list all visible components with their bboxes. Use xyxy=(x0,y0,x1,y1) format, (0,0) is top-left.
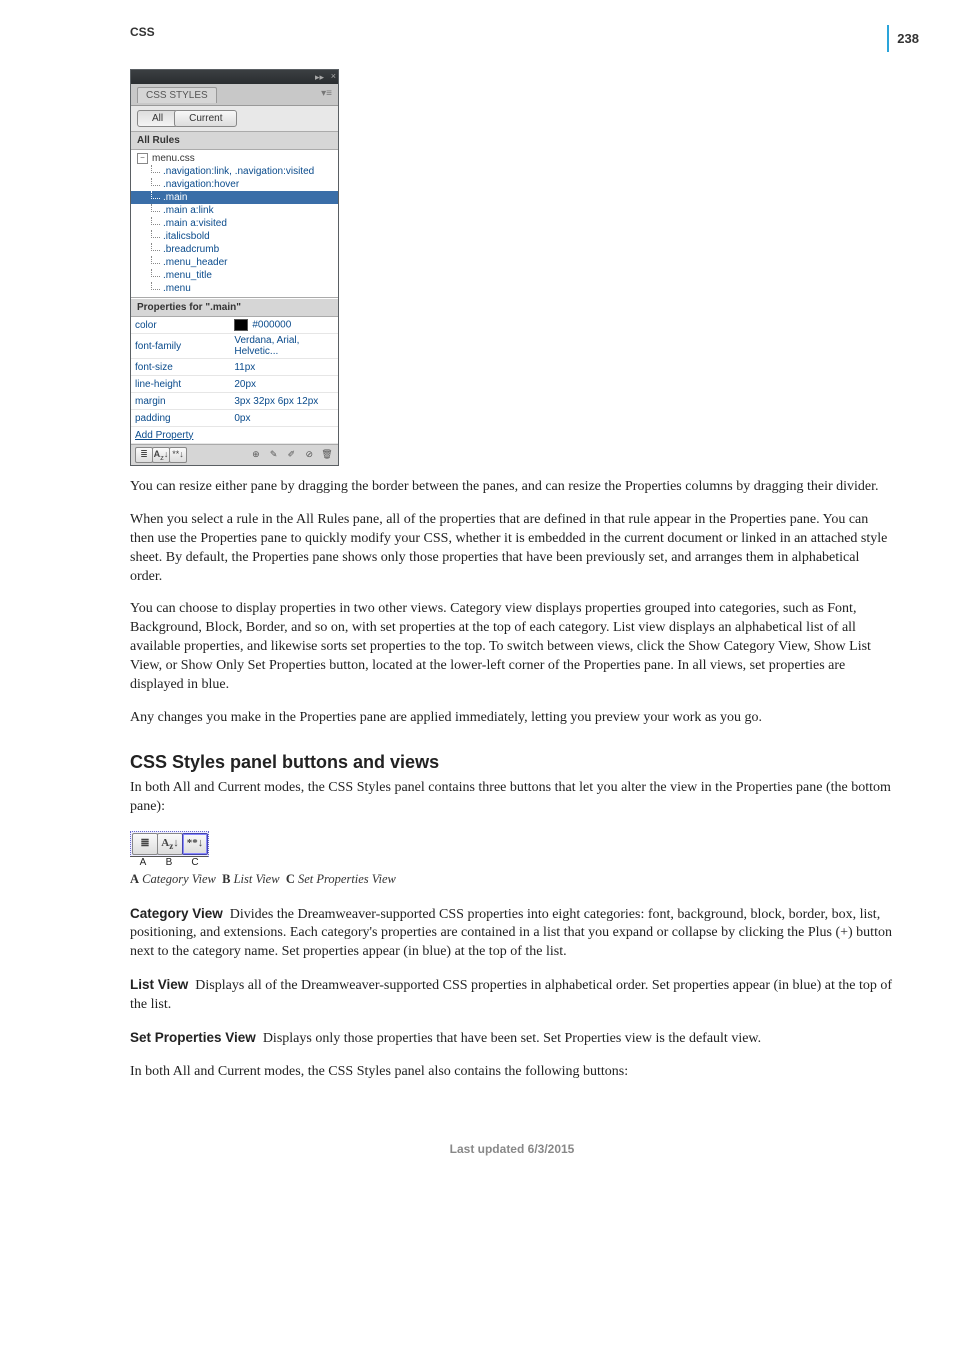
definition: Category View Divides the Dreamweaver-su… xyxy=(130,905,894,963)
caption-key-c: C xyxy=(286,872,295,886)
panel-options-icon[interactable]: ▾≡ xyxy=(321,88,332,99)
panel-close-icon[interactable]: × xyxy=(331,71,336,81)
category-view-icon[interactable]: ≣ xyxy=(135,447,153,463)
property-value[interactable]: 3px 32px 6px 12px xyxy=(230,393,338,410)
rule-item[interactable]: .breadcrumb xyxy=(131,243,338,256)
property-value[interactable]: 20px xyxy=(230,376,338,393)
panel-tabbar: CSS STYLES ▾≡ xyxy=(131,84,338,106)
mode-all-button[interactable]: All xyxy=(137,110,178,127)
def-term: List View xyxy=(130,977,188,992)
properties-table: color #000000 font-family Verdana, Arial… xyxy=(131,317,338,444)
paragraph: You can choose to display properties in … xyxy=(130,600,894,694)
property-value[interactable]: #000000 xyxy=(230,317,338,334)
page-number: 238 xyxy=(887,25,919,52)
all-rules-pane[interactable]: − menu.css .navigation:link, .navigation… xyxy=(131,150,338,298)
rule-item[interactable]: .main a:link xyxy=(131,204,338,217)
figure-label-c: C xyxy=(182,856,208,868)
rule-item[interactable]: .menu_title xyxy=(131,269,338,282)
paragraph: In both All and Current modes, the CSS S… xyxy=(130,1063,894,1082)
panel-titlebar: ▸▸ × xyxy=(131,70,338,84)
list-view-button[interactable]: Az↓ xyxy=(157,833,183,855)
def-term: Set Properties View xyxy=(130,1030,256,1045)
paragraph: In both All and Current modes, the CSS S… xyxy=(130,779,894,817)
figure-label-a: A xyxy=(130,856,156,868)
running-head: CSS xyxy=(130,25,894,39)
property-name: font-family xyxy=(131,334,230,359)
property-value-text: #000000 xyxy=(252,320,291,331)
paragraph: When you select a rule in the All Rules … xyxy=(130,511,894,587)
color-swatch[interactable] xyxy=(234,319,248,331)
figure-label-b: B xyxy=(156,856,182,868)
rule-item[interactable]: .menu xyxy=(131,282,338,295)
attach-stylesheet-icon[interactable]: ⊕ xyxy=(248,448,264,462)
property-value[interactable]: 11px xyxy=(230,359,338,376)
figure-labels: ABC xyxy=(130,856,894,868)
rules-root-label: menu.css xyxy=(152,152,195,165)
def-body: Divides the Dreamweaver-supported CSS pr… xyxy=(130,907,892,960)
set-props-view-button[interactable]: **↓ xyxy=(182,833,208,855)
list-view-icon[interactable]: Az↓ xyxy=(152,447,170,463)
panel-modebar: AllCurrent xyxy=(131,106,338,132)
property-row[interactable]: font-size 11px xyxy=(131,359,338,376)
property-row[interactable]: color #000000 xyxy=(131,317,338,334)
property-value[interactable]: Verdana, Arial, Helvetic... xyxy=(230,334,338,359)
rule-item-selected[interactable]: .main xyxy=(131,191,338,204)
property-value[interactable]: 0px xyxy=(230,410,338,427)
disable-icon[interactable]: ⊘ xyxy=(301,448,317,462)
definition: Set Properties View Displays only those … xyxy=(130,1029,894,1049)
view-buttons-figure: ≣Az↓**↓ ABC xyxy=(130,831,894,868)
property-name: margin xyxy=(131,393,230,410)
caption-text-a: Category View xyxy=(142,872,216,886)
property-row[interactable]: line-height 20px xyxy=(131,376,338,393)
rule-item[interactable]: .menu_header xyxy=(131,256,338,269)
property-name: line-height xyxy=(131,376,230,393)
def-term: Category View xyxy=(130,906,223,921)
footer-date: Last updated 6/3/2015 xyxy=(130,1142,894,1156)
all-rules-header: All Rules xyxy=(131,132,338,150)
def-body: Displays only those properties that have… xyxy=(263,1031,761,1046)
paragraph: You can resize either pane by dragging t… xyxy=(130,478,894,497)
add-property-link[interactable]: Add Property xyxy=(135,430,193,441)
rules-tree-root[interactable]: − menu.css xyxy=(131,152,338,165)
mode-current-button[interactable]: Current xyxy=(174,110,237,127)
rule-item[interactable]: .main a:visited xyxy=(131,217,338,230)
add-property-row[interactable]: Add Property xyxy=(131,427,338,444)
tree-collapse-icon[interactable]: − xyxy=(137,153,148,164)
figure-caption: A Category View B List View C Set Proper… xyxy=(130,872,894,887)
css-styles-panel: ▸▸ × CSS STYLES ▾≡ AllCurrent All Rules … xyxy=(130,69,339,466)
property-name: color xyxy=(131,317,230,334)
panel-footer: ≣Az↓**↓ ⊕ ✎ ✐ ⊘ 🗑 xyxy=(131,444,338,465)
panel-menu-icon[interactable]: ▸▸ xyxy=(315,72,324,83)
caption-key-a: A xyxy=(130,872,139,886)
edit-rule-icon[interactable]: ✐ xyxy=(283,448,299,462)
rule-item[interactable]: .navigation:link, .navigation:visited xyxy=(131,165,338,178)
paragraph: Any changes you make in the Properties p… xyxy=(130,709,894,728)
trash-icon[interactable]: 🗑 xyxy=(319,448,335,462)
property-row[interactable]: padding 0px xyxy=(131,410,338,427)
set-props-view-icon[interactable]: **↓ xyxy=(169,447,187,463)
property-row[interactable]: font-family Verdana, Arial, Helvetic... xyxy=(131,334,338,359)
new-rule-icon[interactable]: ✎ xyxy=(266,448,282,462)
property-name: padding xyxy=(131,410,230,427)
panel-tab-cssstyles[interactable]: CSS STYLES xyxy=(137,87,217,103)
category-view-button[interactable]: ≣ xyxy=(132,833,158,855)
property-name: font-size xyxy=(131,359,230,376)
caption-key-b: B xyxy=(222,872,230,886)
caption-text-c: Set Properties View xyxy=(298,872,396,886)
caption-text-b: List View xyxy=(234,872,280,886)
rule-item[interactable]: .italicsbold xyxy=(131,230,338,243)
property-row[interactable]: margin 3px 32px 6px 12px xyxy=(131,393,338,410)
section-heading: CSS Styles panel buttons and views xyxy=(130,752,894,773)
def-body: Displays all of the Dreamweaver-supporte… xyxy=(130,978,892,1012)
properties-header: Properties for ".main" xyxy=(131,298,338,317)
definition: List View Displays all of the Dreamweave… xyxy=(130,976,894,1015)
rule-item[interactable]: .navigation:hover xyxy=(131,178,338,191)
